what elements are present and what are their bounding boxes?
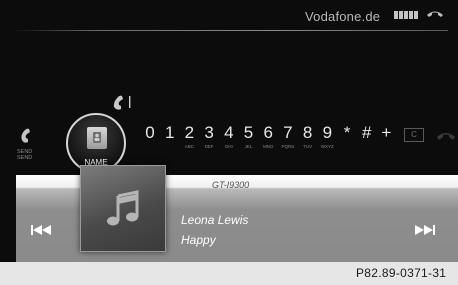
skip-next-icon[interactable] — [414, 223, 436, 237]
phone-input-icon — [113, 95, 131, 110]
keypad-digit[interactable]: + — [376, 123, 396, 143]
carrier-name: Vodafone.de — [305, 9, 381, 24]
music-note-icon — [107, 190, 139, 226]
keypad-letters: GHI — [224, 144, 233, 149]
keypad-digit[interactable]: 0 — [140, 123, 160, 143]
keypad-digit[interactable]: 2 — [179, 123, 199, 143]
keypad-digit[interactable]: # — [357, 123, 377, 143]
keypad-digit[interactable]: 6 — [258, 123, 278, 143]
signal-strength-icon — [394, 11, 418, 19]
signal-bar — [394, 11, 398, 19]
keypad-letters: ABC — [184, 144, 195, 149]
keypad-letters: TUV — [303, 144, 313, 149]
keypad-letters: WXYZ — [320, 144, 334, 149]
keypad-letters: MNO — [262, 144, 274, 149]
send-label: SEND SEND — [17, 149, 45, 161]
signal-bar — [399, 11, 403, 19]
figure-code: P82.89-0371-31 — [356, 266, 447, 280]
signal-bar — [404, 11, 408, 19]
keypad-letters: JKL — [244, 144, 253, 149]
name-selector-button[interactable]: NAME — [66, 113, 126, 173]
keypad-digit[interactable]: 5 — [239, 123, 259, 143]
keypad-letters: DEF — [204, 144, 214, 149]
digit-keypad: 0 1 2 ABC 3 DEF 4 GHI 5 JKL 6 MNO 7 PQRS 8 TUV 9 WXYZ * # + — [140, 123, 440, 163]
signal-bar — [409, 11, 413, 19]
artist-name: Leona Lewis — [181, 213, 249, 227]
head-unit-screen: Vodafone.de SEND SEND NAME 012 ABC 3 DEF… — [0, 0, 458, 262]
device-name: GT-I9300 — [212, 180, 250, 190]
end-call-icon — [427, 11, 443, 17]
keypad-digit[interactable]: 3 — [199, 123, 219, 143]
skip-previous-icon[interactable] — [30, 223, 52, 237]
keypad-letters: PQRS — [281, 144, 295, 149]
keypad-digit[interactable]: 8 — [298, 123, 318, 143]
phone-icon — [21, 128, 30, 143]
signal-bar — [414, 11, 418, 19]
keypad-digit[interactable]: 7 — [278, 123, 298, 143]
clear-button[interactable]: C — [404, 128, 424, 142]
keypad-digit[interactable]: 1 — [160, 123, 180, 143]
status-divider — [10, 30, 448, 31]
keypad-digit[interactable]: 9 — [317, 123, 337, 143]
send-label-line2: SEND — [17, 155, 33, 161]
keypad-digit[interactable]: * — [337, 123, 357, 143]
album-cover — [80, 165, 166, 252]
track-title: Happy — [181, 233, 216, 247]
contact-card-icon — [87, 127, 107, 149]
keypad-digit[interactable]: 4 — [219, 123, 239, 143]
send-call-button[interactable]: SEND SEND — [17, 125, 45, 163]
end-call-icon[interactable] — [436, 130, 456, 142]
